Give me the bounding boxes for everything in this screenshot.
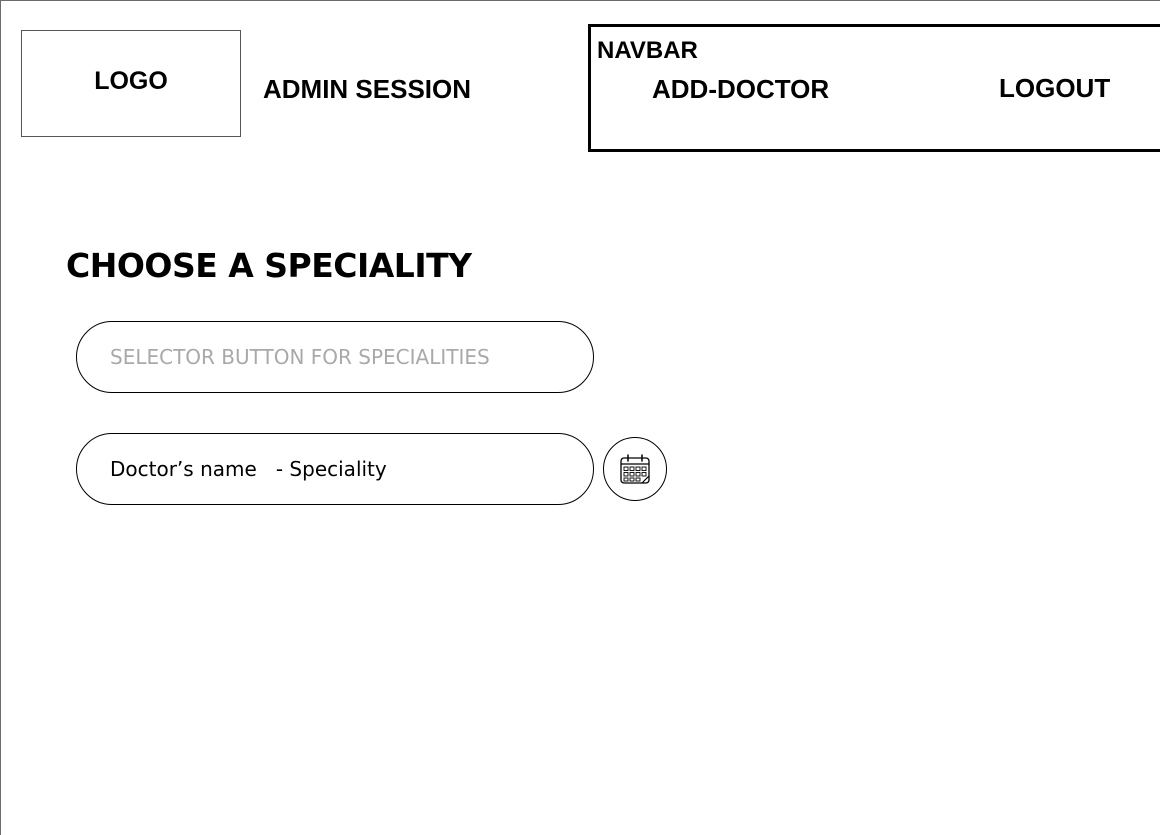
session-title: ADMIN SESSION	[263, 74, 472, 104]
calendar-button[interactable]	[603, 437, 667, 501]
logo: LOGO	[21, 30, 241, 137]
speciality-selector[interactable]: SELECTOR BUTTON FOR SPECIALITIES	[76, 321, 594, 393]
navbar-label: NAVBAR	[597, 37, 698, 64]
logout-link[interactable]: LOGOUT	[999, 73, 1110, 104]
logo-text: LOGO	[94, 67, 168, 95]
doctor-name-speciality: Doctor’s name - Speciality	[110, 457, 387, 481]
navbar: NAVBAR ADD-DOCTOR LOGOUT	[588, 24, 1160, 152]
page-title: CHOOSE A SPECIALITY	[66, 246, 472, 285]
doctor-list-item[interactable]: Doctor’s name - Speciality	[76, 433, 594, 505]
calendar-icon	[620, 454, 650, 484]
speciality-selector-placeholder: SELECTOR BUTTON FOR SPECIALITIES	[110, 345, 490, 369]
add-doctor-link[interactable]: ADD-DOCTOR	[652, 74, 829, 105]
